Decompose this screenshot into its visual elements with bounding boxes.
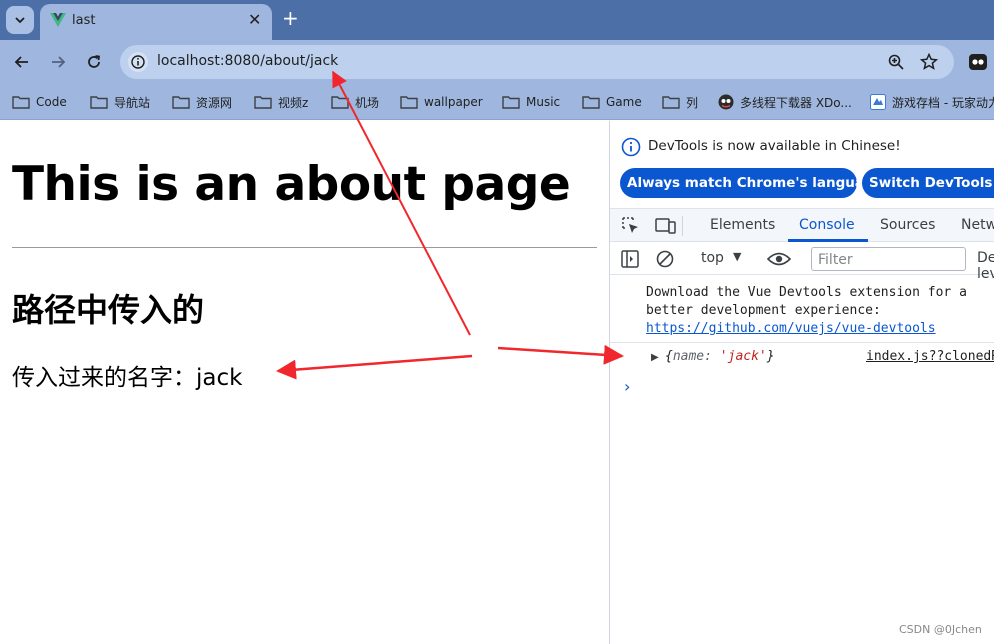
bookmark-folder[interactable]: 机场 (331, 92, 379, 112)
folder-icon (254, 96, 272, 109)
active-tab-indicator (788, 239, 868, 242)
site-info-icon[interactable] (128, 52, 148, 72)
bookmark-folder[interactable]: 导航站 (90, 92, 150, 112)
folder-icon (400, 96, 418, 109)
bookmark-folder[interactable]: Music (502, 92, 560, 112)
folder-icon (172, 96, 190, 109)
zoom-icon[interactable] (888, 54, 904, 70)
console-prompt[interactable]: › (624, 377, 630, 396)
inspect-element-icon[interactable] (621, 216, 641, 236)
sidebar-toggle-icon[interactable] (621, 250, 639, 268)
watermark: CSDN @0Jchen (899, 623, 982, 636)
bookmark-folder[interactable]: 资源网 (172, 92, 232, 112)
folder-icon (502, 96, 520, 109)
match-chrome-language-button[interactable]: Always match Chrome's language (620, 168, 857, 198)
bookmark-label: 导航站 (114, 95, 151, 110)
bookmark-label: 视频z (278, 95, 309, 110)
dropdown-arrow-icon[interactable]: ▼ (733, 250, 741, 263)
expand-triangle-icon[interactable]: ▶ (651, 352, 659, 363)
bookmark-folder[interactable]: 视频z (254, 92, 308, 112)
bookmark-link[interactable]: 多线程下载器 XDo... (718, 92, 852, 112)
new-tab-button[interactable]: + (282, 8, 299, 28)
folder-icon (12, 96, 30, 109)
folder-icon (662, 96, 680, 109)
folder-icon (582, 96, 600, 109)
console-divider (610, 342, 994, 343)
console-toolbar: top ▼ Filter Default levels (610, 243, 994, 282)
game-save-favicon-icon (870, 94, 886, 110)
devtools-tab-bar: Elements Console Sources Network (610, 208, 994, 242)
route-param-name: 传入过来的名字：jack (12, 365, 243, 391)
xdown-favicon-icon (718, 94, 734, 110)
clear-console-icon[interactable] (656, 250, 674, 268)
active-tab[interactable]: last ✕ (40, 4, 272, 40)
bookmark-label: Game (606, 95, 642, 109)
tab-strip: last ✕ + (0, 0, 994, 40)
object-value: 'jack' (719, 349, 767, 364)
bookmark-label: 游戏存档 - 玩家动力 (892, 95, 994, 110)
bookmark-folder[interactable]: Game (582, 92, 642, 112)
page-title: This is an about page (12, 157, 571, 212)
tab-console[interactable]: Console (799, 217, 855, 233)
tab-network[interactable]: Network (961, 217, 994, 233)
bookmark-folder[interactable]: 列 (662, 92, 698, 112)
console-text: Download the Vue Devtools extension for … (646, 285, 967, 300)
switch-devtools-chinese-button[interactable]: Switch DevTools to Chinese (862, 168, 994, 198)
bookmark-label: 机场 (355, 95, 380, 110)
tab-search-button[interactable] (6, 6, 34, 34)
tab-title: last (72, 13, 96, 28)
forward-button[interactable] (46, 50, 70, 74)
bookmark-label: Music (526, 95, 561, 109)
arrow-right-icon (52, 56, 66, 68)
log-levels-dropdown[interactable]: Default levels (977, 250, 994, 282)
tab-elements[interactable]: Elements (710, 217, 775, 233)
context-selector[interactable]: top (701, 250, 724, 266)
close-tab-icon[interactable]: ✕ (248, 12, 261, 28)
chevron-down-icon (15, 17, 25, 24)
horizontal-rule (12, 247, 597, 248)
bookmark-label: 列 (686, 95, 699, 110)
console-message: Download the Vue Devtools extension for … (646, 284, 967, 338)
devtools-panel: DevTools is now available in Chinese! Al… (609, 121, 994, 644)
toolbar-divider (682, 216, 683, 236)
object-colon: : (704, 349, 720, 364)
back-button[interactable] (10, 50, 34, 74)
bookmark-label: 资源网 (196, 95, 233, 110)
device-toolbar-icon[interactable] (655, 216, 677, 236)
console-text: better development experience: (646, 303, 881, 318)
bookmark-label: Code (36, 95, 67, 109)
page-subheading: 路径中传入的 (12, 291, 205, 329)
reload-icon (88, 55, 101, 68)
bookmark-star-icon[interactable] (920, 53, 938, 71)
folder-icon (331, 96, 349, 109)
folder-icon (90, 96, 108, 109)
bookmark-folder[interactable]: wallpaper (400, 92, 483, 112)
devtools-language-banner: DevTools is now available in Chinese! (648, 138, 901, 154)
console-object[interactable]: {name: 'jack'} (665, 349, 775, 364)
reload-button[interactable] (82, 50, 106, 74)
address-bar[interactable]: localhost:8080/about/jack (120, 45, 954, 79)
bookmark-label: 多线程下载器 XDo... (740, 95, 852, 110)
eye-icon[interactable] (767, 251, 791, 267)
page-viewport: This is an about page 路径中传入的 传入过来的名字：jac… (0, 121, 609, 644)
object-key: name (672, 349, 705, 364)
bookmark-label: wallpaper (424, 95, 483, 109)
bookmark-link[interactable]: 游戏存档 - 玩家动力 (870, 92, 994, 112)
vue-logo-icon (50, 13, 66, 27)
bookmarks-bar: Code 导航站 资源网 视频z 机场 wallpaper Music Game… (0, 84, 994, 120)
arrow-left-icon (14, 56, 28, 68)
extension-icon[interactable] (968, 52, 988, 72)
browser-toolbar: localhost:8080/about/jack (0, 40, 994, 84)
vue-devtools-link[interactable]: https://github.com/vuejs/vue-devtools (646, 321, 936, 336)
tab-sources[interactable]: Sources (880, 217, 935, 233)
console-filter-input[interactable]: Filter (811, 247, 966, 271)
info-icon (621, 137, 641, 157)
bookmark-folder[interactable]: Code (12, 92, 67, 112)
console-source-link[interactable]: index.js??clonedRuleSet (866, 349, 994, 364)
url-text[interactable]: localhost:8080/about/jack (157, 53, 338, 69)
